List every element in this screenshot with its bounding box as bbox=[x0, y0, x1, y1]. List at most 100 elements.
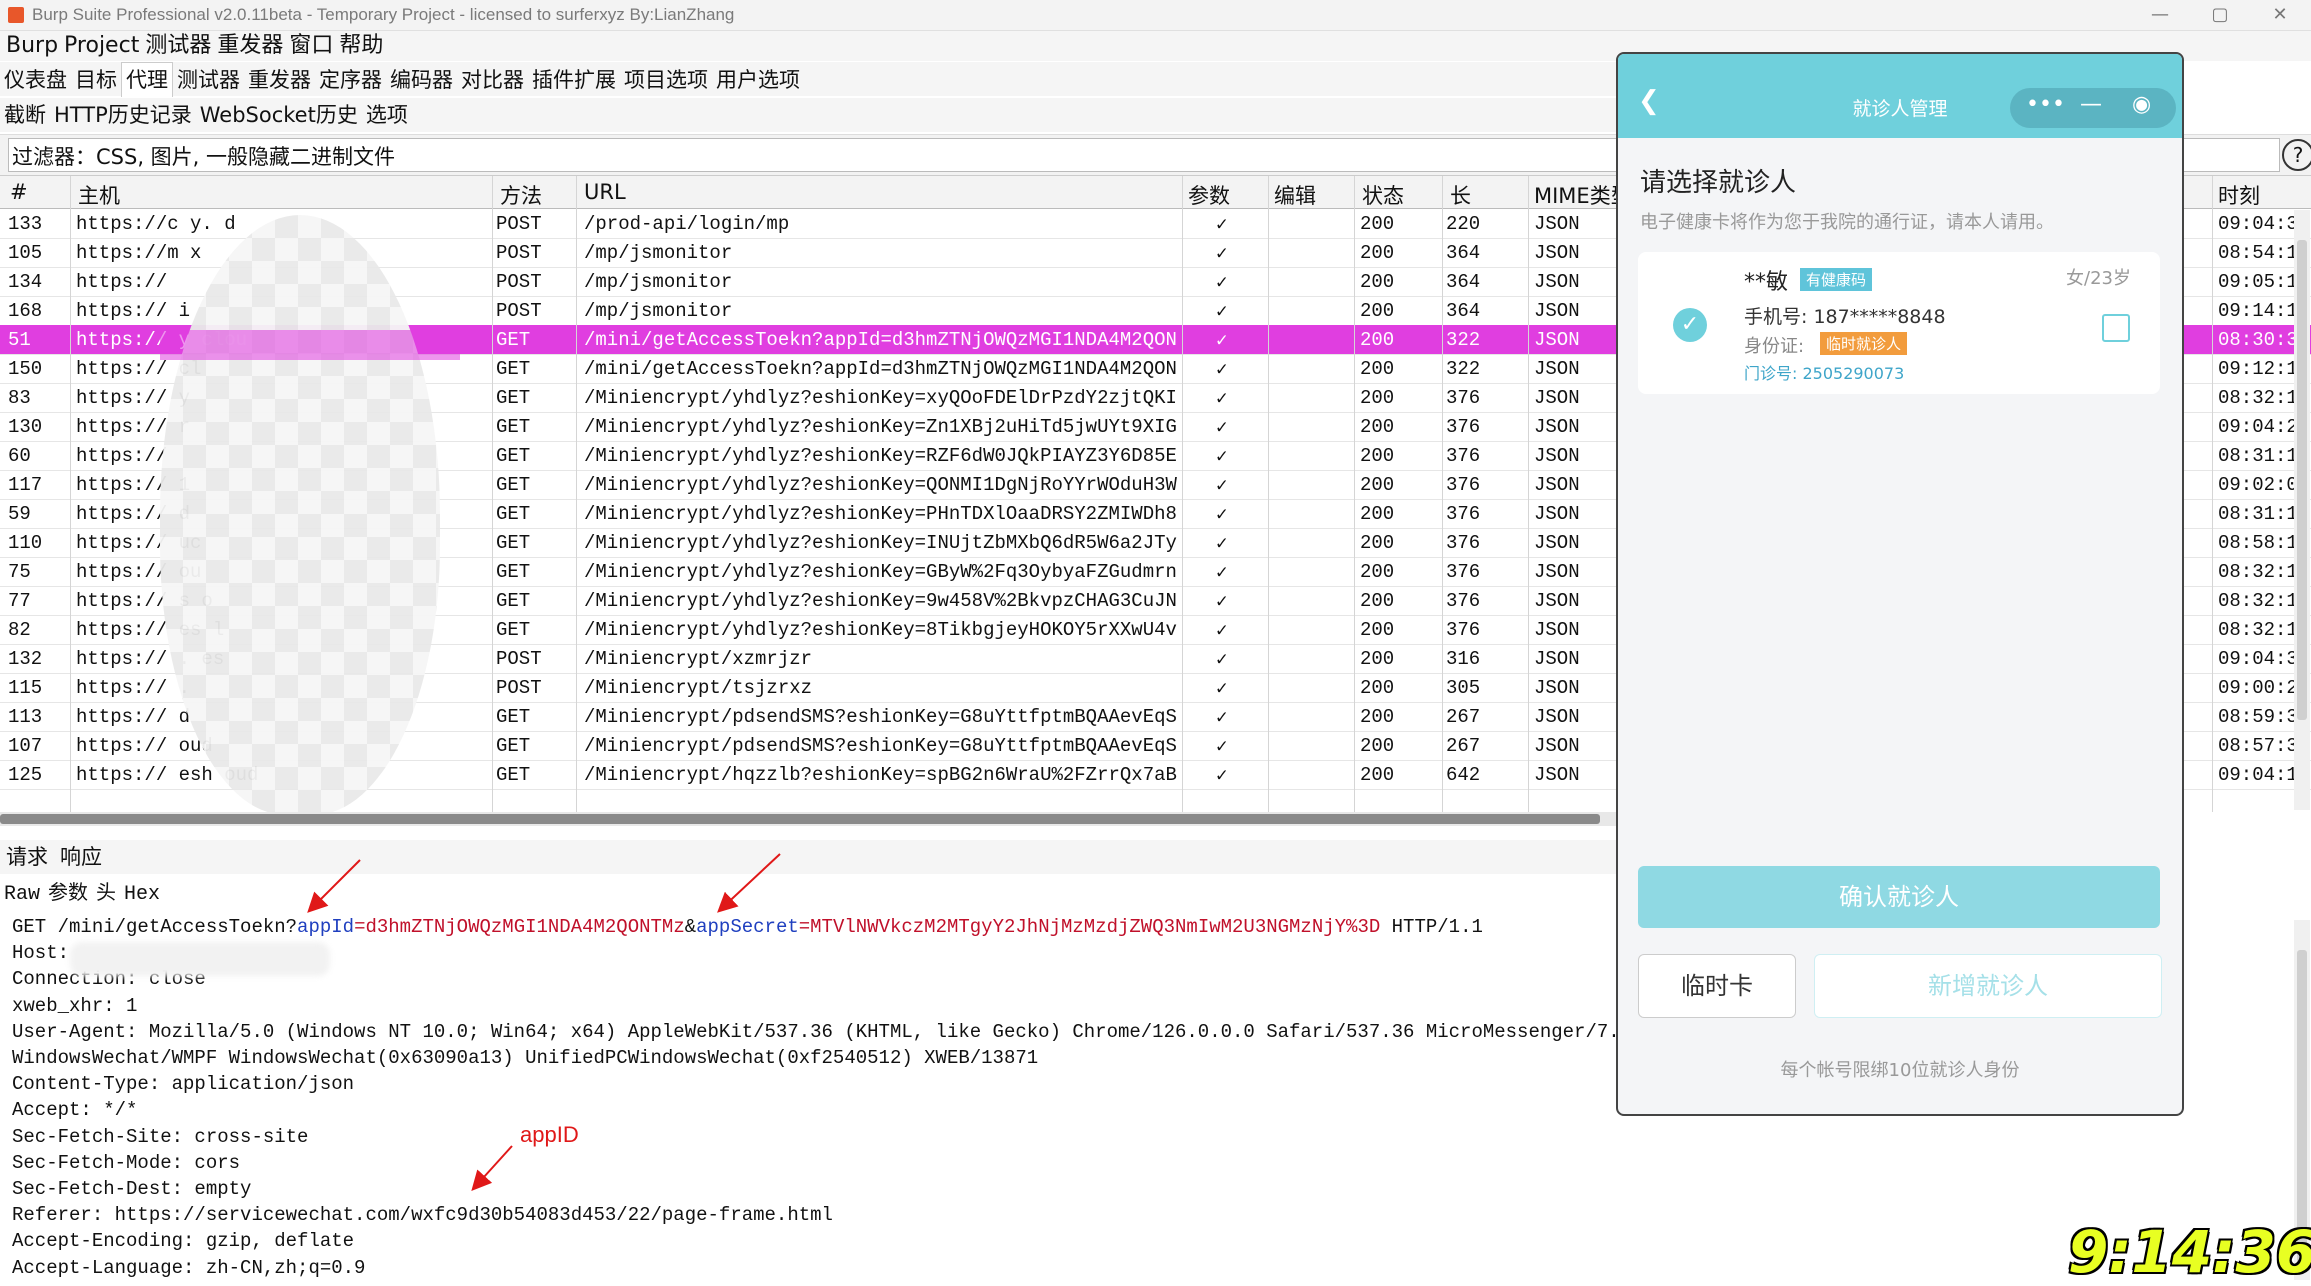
cell-length: 376 bbox=[1446, 561, 1481, 583]
tab-intruder[interactable]: 测试器 bbox=[173, 63, 244, 97]
tab-intercept[interactable]: 截断 bbox=[0, 98, 50, 132]
cell-params: ✓ bbox=[1216, 533, 1228, 555]
horizontal-scrollbar[interactable] bbox=[0, 812, 1620, 826]
cell-url: /Miniencrypt/pdsendSMS?eshionKey=G8uYttf… bbox=[584, 706, 1180, 728]
cell-mime: JSON bbox=[1534, 445, 1580, 467]
cell-params: ✓ bbox=[1216, 330, 1228, 352]
arrow-to-appsecret bbox=[717, 853, 781, 913]
cell-number: 134 bbox=[8, 271, 43, 293]
scroll-thumb[interactable] bbox=[0, 814, 1600, 824]
menu-burp[interactable]: Burp bbox=[6, 33, 58, 58]
col-time[interactable]: 时刻 bbox=[2218, 180, 2260, 210]
cell-url: /Miniencrypt/yhdlyz?eshionKey=9w458V%2Bk… bbox=[584, 590, 1180, 612]
tab-websocket-history[interactable]: WebSocket历史 bbox=[196, 98, 362, 132]
cell-status: 200 bbox=[1360, 358, 1395, 380]
cell-mime: JSON bbox=[1534, 648, 1580, 670]
cell-params: ✓ bbox=[1216, 446, 1228, 468]
more-icon[interactable]: ••• bbox=[2026, 92, 2065, 117]
tab-proxy[interactable]: 代理 bbox=[121, 62, 173, 97]
cell-method: POST bbox=[496, 648, 542, 670]
cell-url: /mini/getAccessToekn?appId=d3hmZTNjOWQzM… bbox=[584, 358, 1180, 380]
cell-number: 113 bbox=[8, 706, 43, 728]
cell-method: GET bbox=[496, 358, 531, 380]
cell-mime: JSON bbox=[1534, 503, 1580, 525]
selected-check-icon[interactable]: ✓ bbox=[1673, 308, 1707, 342]
col-status[interactable]: 状态 bbox=[1362, 180, 1404, 210]
col-host[interactable]: 主机 bbox=[78, 180, 120, 210]
col-number[interactable]: # bbox=[10, 180, 28, 204]
miniprogram-window: ❮ 就诊人管理 ••• — ◉ 请选择就诊人 电子健康卡将作为您于我院的通行证，… bbox=[1616, 52, 2184, 1116]
cell-length: 364 bbox=[1446, 271, 1481, 293]
tab-proxy-options[interactable]: 选项 bbox=[362, 98, 412, 132]
tab-decoder[interactable]: 编码器 bbox=[386, 63, 457, 97]
add-patient-button[interactable]: 新增就诊人 bbox=[1814, 954, 2162, 1018]
cell-length: 376 bbox=[1446, 590, 1481, 612]
help-icon[interactable]: ? bbox=[2282, 139, 2311, 171]
cell-method: GET bbox=[496, 445, 531, 467]
cell-url: /Miniencrypt/yhdlyz?eshionKey=8TikbgjeyH… bbox=[584, 619, 1180, 641]
tab-dashboard[interactable]: 仪表盘 bbox=[0, 63, 71, 97]
table-vertical-scrollbar[interactable] bbox=[2294, 210, 2310, 810]
cell-params: ✓ bbox=[1216, 475, 1228, 497]
tab-http-history[interactable]: HTTP历史记录 bbox=[50, 98, 196, 132]
cell-url: /Miniencrypt/yhdlyz?eshionKey=RZF6dW0JQk… bbox=[584, 445, 1180, 467]
proxy-tab-bar: 截断 HTTP历史记录 WebSocket历史 选项 bbox=[0, 98, 1620, 132]
clock-overlay: 9:14:36 bbox=[2068, 1218, 2311, 1286]
confirm-patient-button[interactable]: 确认就诊人 bbox=[1638, 866, 2160, 928]
tab-user-options[interactable]: 用户选项 bbox=[712, 63, 804, 97]
cell-params: ✓ bbox=[1216, 388, 1228, 410]
cell-mime: JSON bbox=[1534, 561, 1580, 583]
col-url[interactable]: URL bbox=[584, 180, 626, 204]
close-button[interactable]: ✕ bbox=[2260, 2, 2300, 28]
cell-length: 364 bbox=[1446, 242, 1481, 264]
clinic-number: 门诊号: 2505290073 bbox=[1744, 364, 1905, 383]
menu-intruder[interactable]: 测试器 bbox=[145, 33, 211, 58]
cell-method: GET bbox=[496, 764, 531, 786]
redaction-host bbox=[70, 942, 330, 976]
tab-extender[interactable]: 插件扩展 bbox=[528, 63, 620, 97]
cell-length: 364 bbox=[1446, 300, 1481, 322]
cell-number: 77 bbox=[8, 590, 31, 612]
tab-comparer[interactable]: 对比器 bbox=[457, 63, 528, 97]
cell-number: 82 bbox=[8, 619, 31, 641]
tab-target[interactable]: 目标 bbox=[71, 63, 121, 97]
cell-method: GET bbox=[496, 387, 531, 409]
cell-status: 200 bbox=[1360, 561, 1395, 583]
cell-mime: JSON bbox=[1534, 735, 1580, 757]
scroll-thumb[interactable] bbox=[2297, 240, 2307, 720]
cell-method: POST bbox=[496, 300, 542, 322]
col-length[interactable]: 长 bbox=[1450, 180, 1471, 210]
col-method[interactable]: 方法 bbox=[500, 180, 542, 210]
cell-length: 376 bbox=[1446, 387, 1481, 409]
col-edited[interactable]: 编辑 bbox=[1274, 180, 1316, 210]
cell-number: 83 bbox=[8, 387, 31, 409]
cell-mime: JSON bbox=[1534, 213, 1580, 235]
col-params[interactable]: 参数 bbox=[1188, 180, 1230, 210]
annotation-appid-label: appID bbox=[520, 1122, 579, 1147]
minimize-icon[interactable]: — bbox=[2080, 92, 2102, 117]
cell-params: ✓ bbox=[1216, 765, 1228, 787]
window-title: Burp Suite Professional v2.0.11beta - Te… bbox=[32, 5, 735, 24]
edit-icon[interactable] bbox=[2102, 314, 2130, 342]
cell-length: 305 bbox=[1446, 677, 1481, 699]
tab-repeater[interactable]: 重发器 bbox=[244, 63, 315, 97]
close-target-icon[interactable]: ◉ bbox=[2132, 92, 2151, 117]
cell-mime: JSON bbox=[1534, 474, 1580, 496]
cell-number: 125 bbox=[8, 764, 43, 786]
cell-status: 200 bbox=[1360, 329, 1395, 351]
tab-project-options[interactable]: 项目选项 bbox=[620, 63, 712, 97]
cell-url: /mp/jsmonitor bbox=[584, 300, 733, 322]
menu-project[interactable]: Project bbox=[64, 33, 139, 58]
cell-length: 376 bbox=[1446, 445, 1481, 467]
menu-repeater[interactable]: 重发器 bbox=[217, 33, 283, 58]
minimize-button[interactable]: — bbox=[2140, 2, 2180, 28]
temp-card-button[interactable]: 临时卡 bbox=[1638, 954, 1796, 1018]
maximize-button[interactable]: ▢ bbox=[2200, 2, 2240, 28]
cell-method: GET bbox=[496, 503, 531, 525]
patient-card[interactable]: ✓ **敏 有健康码 女/23岁 手机号: 187*****8848 身份证: … bbox=[1638, 252, 2160, 394]
menu-help[interactable]: 帮助 bbox=[339, 33, 383, 58]
cell-method: GET bbox=[496, 735, 531, 757]
tab-sequencer[interactable]: 定序器 bbox=[315, 63, 386, 97]
menu-window[interactable]: 窗口 bbox=[289, 33, 333, 58]
patient-limit-note: 每个帐号限绑10位就诊人身份 bbox=[1780, 1060, 2020, 1081]
